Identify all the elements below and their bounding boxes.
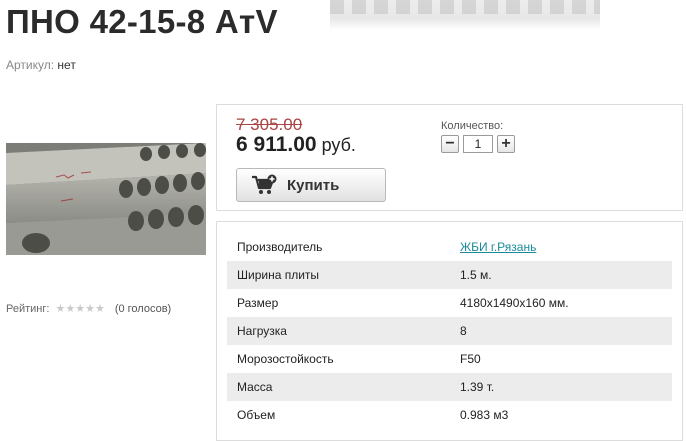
product-photo[interactable] <box>6 143 206 255</box>
star-icon[interactable]: ★ <box>55 303 65 315</box>
product-image-partial <box>330 0 600 30</box>
buy-box: 7 305.00 6 911.00 руб. Количество: − 1 + … <box>216 104 683 211</box>
star-icon[interactable]: ★ <box>85 303 95 315</box>
buy-button[interactable]: Купить <box>236 168 386 202</box>
currency: руб. <box>321 135 356 155</box>
votes-count: (0 голосов) <box>114 303 172 315</box>
spec-row: Производитель ЖБИ г.Рязань <box>227 233 672 261</box>
sku-label: Артикул: <box>6 58 55 72</box>
spec-name: Морозостойкость <box>237 352 334 366</box>
new-price: 6 911.00 <box>236 133 317 156</box>
star-icon[interactable]: ★ <box>75 303 85 315</box>
spec-name: Объем <box>237 408 276 422</box>
rating-stars[interactable]: ★ ★ ★ ★ ★ <box>55 303 105 315</box>
buy-button-label: Купить <box>287 176 340 194</box>
spec-row: Объем 0.983 м3 <box>227 401 672 429</box>
spec-name: Масса <box>237 380 273 394</box>
spec-name: Нагрузка <box>237 324 287 338</box>
spec-value: 8 <box>460 324 467 338</box>
old-price: 7 305.00 <box>236 115 303 134</box>
spec-row: Ширина плиты 1.5 м. <box>227 261 672 289</box>
spec-row: Морозостойкость F50 <box>227 345 672 373</box>
manufacturer-link[interactable]: ЖБИ г.Рязань <box>460 240 536 254</box>
spec-value: 1.5 м. <box>460 268 492 282</box>
increase-quantity-button[interactable]: + <box>497 135 515 153</box>
quantity-stepper: − 1 + <box>441 135 515 153</box>
decrease-quantity-button[interactable]: − <box>441 135 459 153</box>
star-icon[interactable]: ★ <box>65 303 75 315</box>
sku-value: нет <box>57 58 76 72</box>
sku: Артикул: нет <box>6 58 76 72</box>
specs-table: Производитель ЖБИ г.Рязань Ширина плиты … <box>216 221 683 441</box>
spec-row: Масса 1.39 т. <box>227 373 672 401</box>
quantity-label: Количество: <box>441 120 504 132</box>
price: 6 911.00 руб. <box>236 133 356 157</box>
spec-row: Размер 4180x1490x160 мм. <box>227 289 672 317</box>
spec-name: Производитель <box>237 240 323 254</box>
cart-icon <box>252 174 277 194</box>
quantity-input[interactable]: 1 <box>463 135 493 153</box>
spec-value: 4180x1490x160 мм. <box>460 296 569 310</box>
spec-value: F50 <box>460 352 481 366</box>
spec-value: 0.983 м3 <box>460 408 509 422</box>
star-icon[interactable]: ★ <box>95 303 105 315</box>
product-title: ПНО 42-15-8 AтV <box>6 3 278 40</box>
rating: Рейтинг: ★ ★ ★ ★ ★ (0 голосов) <box>6 303 171 315</box>
spec-name: Ширина плиты <box>237 268 320 282</box>
spec-name: Размер <box>237 296 279 310</box>
rating-label: Рейтинг: <box>6 303 50 315</box>
spec-row: Нагрузка 8 <box>227 317 672 345</box>
spec-value: 1.39 т. <box>460 380 495 394</box>
